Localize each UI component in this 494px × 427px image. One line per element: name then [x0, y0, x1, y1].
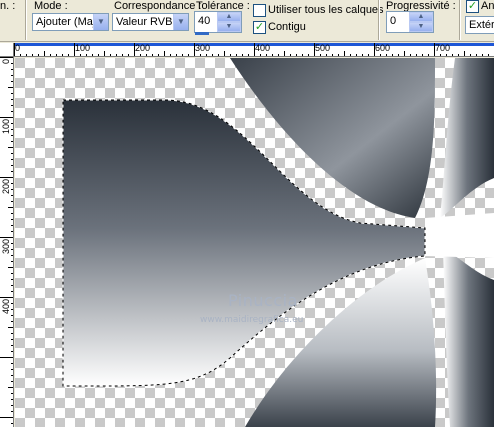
center-white-spike — [425, 213, 494, 258]
ruler-label: 600 — [375, 43, 391, 53]
ruler-label: 400 — [255, 43, 271, 53]
antialias-select-value: Extérie — [469, 19, 494, 31]
image-canvas[interactable]: Pinuccia www.maidiregrafica.eu — [15, 58, 494, 427]
ruler-corner — [0, 43, 14, 57]
ruler-label: 700 — [435, 43, 451, 53]
toolbar-separator — [25, 0, 27, 40]
use-all-layers-checkbox[interactable] — [253, 4, 266, 17]
correspondance-label: Correspondance : — [114, 0, 202, 12]
chevron-down-icon[interactable]: ▼ — [93, 14, 108, 30]
mode-label: Mode : — [34, 0, 68, 12]
contiguous-label: Contigu — [268, 21, 306, 33]
ruler-label: 0 — [15, 43, 21, 53]
correspondance-select-value: Valeur RVB — [116, 16, 173, 28]
ruler-label: 500 — [315, 43, 331, 53]
mode-select-value: Ajouter (Maj) — [36, 16, 99, 28]
ruler-label: 100 — [1, 119, 11, 135]
toolbar-separator — [378, 0, 380, 40]
tool-options-bar: n. : Mode : Ajouter (Maj) ▼ Correspondan… — [0, 0, 494, 42]
ruler-label: 0 — [1, 59, 11, 65]
spin-up-icon[interactable]: ▲ — [409, 12, 433, 22]
watermark-url: www.maidiregrafica.eu — [200, 315, 304, 325]
antialias-select[interactable]: Extérie — [465, 16, 494, 34]
tolerance-value: 40 — [198, 15, 211, 27]
mode-select[interactable]: Ajouter (Maj) ▼ — [32, 13, 109, 31]
watermark-title: Pinuccia — [228, 291, 298, 310]
ruler-label: 100 — [75, 43, 91, 53]
vertical-ruler[interactable]: 0 100 200 300 400 — [0, 57, 14, 427]
horizontal-ruler[interactable]: 0 100 200 300 400 500 600 700 — [14, 43, 494, 57]
contiguous-checkbox[interactable]: ✓ — [253, 21, 266, 34]
spin-down-icon[interactable]: ▼ — [409, 22, 433, 32]
checkmark-icon: ✓ — [254, 21, 265, 33]
toolbar-separator — [459, 0, 461, 40]
truncated-option-label: n. : — [0, 0, 16, 12]
spin-up-icon[interactable]: ▲ — [217, 12, 241, 22]
tolerance-spinbox[interactable]: 40 ▲ ▼ — [194, 11, 242, 35]
checkmark-icon: ✓ — [467, 0, 478, 12]
ruler-label: 300 — [1, 239, 11, 255]
spin-down-icon[interactable]: ▼ — [217, 22, 241, 32]
use-all-layers-label: Utiliser tous les calques — [268, 4, 384, 16]
ruler-label: 200 — [1, 179, 11, 195]
canvas-artwork — [15, 58, 494, 427]
progressivite-spinbox[interactable]: 0 ▲ ▼ — [386, 11, 434, 33]
progressivite-value: 0 — [390, 15, 397, 27]
ruler-label: 400 — [1, 299, 11, 315]
antialias-checkbox[interactable]: ✓ — [466, 0, 479, 13]
ruler-label: 300 — [195, 43, 211, 53]
tolerance-slider-bar[interactable] — [195, 32, 209, 35]
antialias-label: Ant — [481, 0, 494, 12]
correspondance-select[interactable]: Valeur RVB ▼ — [112, 13, 189, 31]
ruler-label: 200 — [135, 43, 151, 53]
chevron-down-icon[interactable]: ▼ — [173, 14, 188, 30]
